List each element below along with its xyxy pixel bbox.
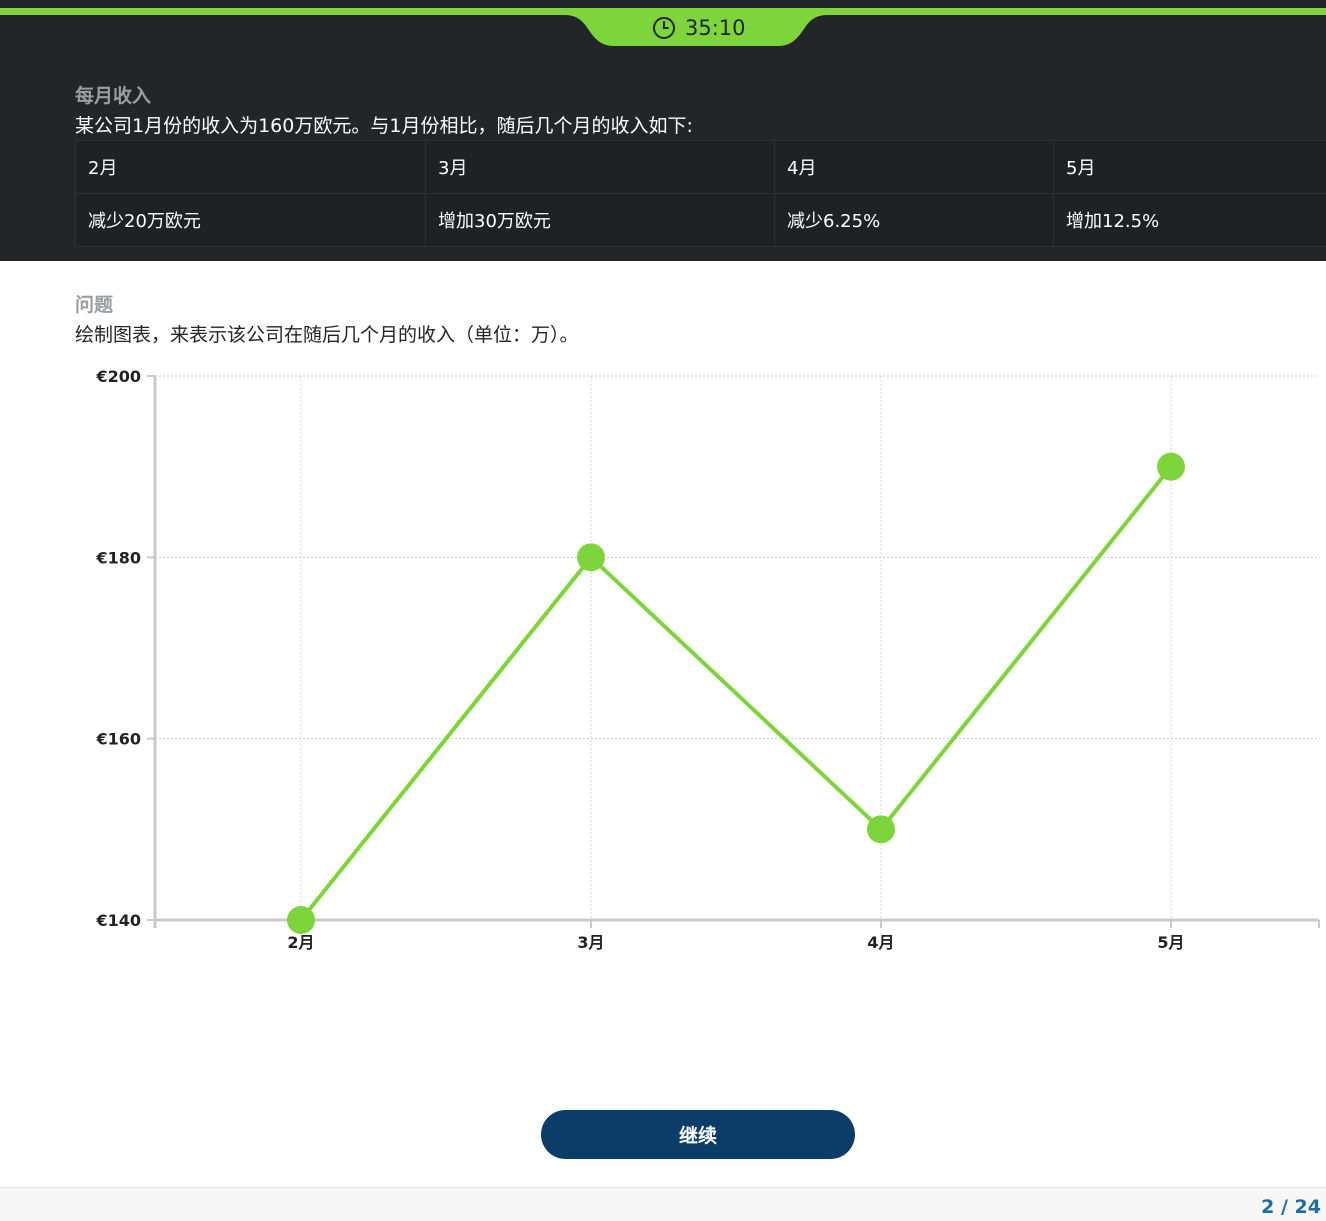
table-header-cell: 2月 <box>75 140 426 194</box>
clock-icon <box>653 17 675 39</box>
table-cell: 减少6.25% <box>774 193 1054 247</box>
context-text: 某公司1月份的收入为160万欧元。与1月份相比，随后几个月的收入如下: <box>75 115 693 137</box>
page: 35:10 每月收入 某公司1月份的收入为160万欧元。与1月份相比，随后几个月… <box>0 0 1326 1221</box>
y-tick-label: €180 <box>95 548 141 567</box>
revenue-change-table: 2月 3月 4月 5月 减少20万欧元 增加30万欧元 减少6.25% 增加12… <box>75 140 1326 247</box>
data-point-handle[interactable] <box>1157 452 1185 481</box>
countdown-timer: 35:10 <box>652 13 746 43</box>
table-cell: 增加30万欧元 <box>425 193 775 247</box>
table-header-cell: 3月 <box>425 140 775 194</box>
table-cell: 减少20万欧元 <box>75 193 426 247</box>
data-point-handle[interactable] <box>287 906 315 934</box>
series-line <box>299 465 1173 922</box>
x-tick-label: 4月 <box>867 933 894 952</box>
question-text: 绘制图表，来表示该公司在随后几个月的收入（单位：万）。 <box>75 324 579 346</box>
x-tick-label: 2月 <box>287 933 314 952</box>
page-counter: 2 / 24 <box>1261 1196 1321 1218</box>
continue-button[interactable]: 继续 <box>541 1110 855 1159</box>
y-tick-label: €140 <box>95 911 141 930</box>
y-tick-label: €160 <box>95 730 141 749</box>
footer-bar: 2 / 24 <box>0 1187 1326 1221</box>
table-row: 减少20万欧元 增加30万欧元 减少6.25% 增加12.5% <box>75 193 1326 247</box>
timer-value: 35:10 <box>685 16 746 40</box>
table-header-cell: 5月 <box>1053 140 1326 194</box>
table-header-cell: 4月 <box>774 140 1054 194</box>
context-panel: 35:10 每月收入 某公司1月份的收入为160万欧元。与1月份相比，随后几个月… <box>0 0 1326 261</box>
table-cell: 增加12.5% <box>1053 193 1326 247</box>
revenue-line-chart[interactable]: €140 €160 €180 €200 2月 3月 4月 5月 <box>0 360 1326 960</box>
y-tick-label: €200 <box>95 367 141 386</box>
table-header-row: 2月 3月 4月 5月 <box>75 140 1326 194</box>
x-tick-label: 5月 <box>1157 933 1184 952</box>
context-heading: 每月收入 <box>75 85 152 107</box>
data-point-handle[interactable] <box>577 543 605 572</box>
question-heading: 问题 <box>75 294 114 316</box>
data-point-handle[interactable] <box>867 815 895 844</box>
x-tick-label: 3月 <box>577 933 604 952</box>
